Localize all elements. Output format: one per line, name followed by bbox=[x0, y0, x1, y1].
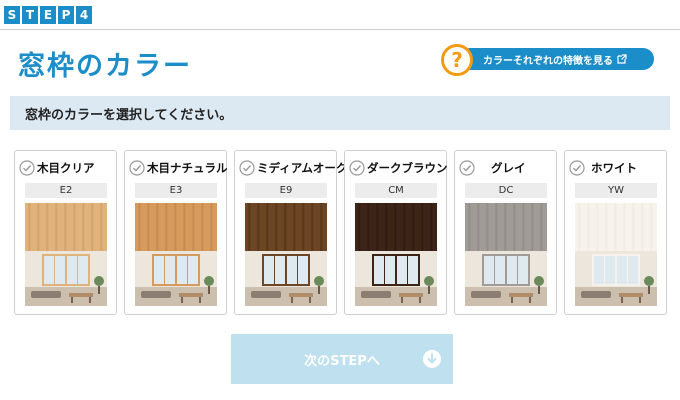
page-title: 窓枠のカラー bbox=[18, 51, 192, 82]
room-preview-image bbox=[575, 251, 657, 306]
step-letter: E bbox=[40, 6, 56, 24]
instruction-bar: 窓枠のカラーを選択してください。 bbox=[10, 96, 670, 130]
step-letter: T bbox=[22, 6, 38, 24]
color-code: E2 bbox=[25, 183, 107, 198]
card-header: 木目ナチュラル bbox=[129, 160, 229, 176]
color-name: ホワイト bbox=[591, 161, 637, 175]
color-options: 木目クリア E2 木目ナチュラル E3 ミディアムオーク E9 ダークブラウン … bbox=[14, 150, 667, 315]
color-card-dark-brown[interactable]: ダークブラウン CM bbox=[344, 150, 449, 315]
color-card-wood-natural[interactable]: 木目ナチュラル E3 bbox=[124, 150, 229, 315]
card-header: ミディアムオーク bbox=[239, 160, 347, 176]
room-preview-image bbox=[25, 251, 107, 306]
check-circle-icon[interactable] bbox=[239, 160, 255, 176]
color-features-label: カラーそれぞれの特徴を見る bbox=[483, 55, 613, 67]
card-header: グレイ bbox=[459, 160, 559, 176]
color-swatch bbox=[355, 203, 437, 251]
color-card-wood-clear[interactable]: 木目クリア E2 bbox=[14, 150, 117, 315]
color-swatch bbox=[575, 203, 657, 251]
color-code: YW bbox=[575, 183, 657, 198]
color-code: CM bbox=[355, 183, 437, 198]
room-preview-image bbox=[135, 251, 217, 306]
step-letter: S bbox=[4, 6, 20, 24]
color-name: 木目ナチュラル bbox=[147, 161, 228, 175]
color-features-button[interactable]: カラーそれぞれの特徴を見る bbox=[459, 48, 654, 70]
color-swatch bbox=[465, 203, 547, 251]
help-icon: ? bbox=[441, 44, 473, 76]
room-illustration bbox=[575, 251, 657, 306]
instruction-text: 窓枠のカラーを選択してください。 bbox=[25, 107, 233, 123]
color-name: 木目クリア bbox=[37, 161, 95, 175]
room-preview-image bbox=[245, 251, 327, 306]
step-header: S T E P 4 bbox=[0, 0, 680, 30]
external-link-icon bbox=[617, 54, 627, 64]
color-swatch bbox=[25, 203, 107, 251]
arrow-down-circle-icon bbox=[423, 350, 441, 368]
card-header: ホワイト bbox=[569, 160, 669, 176]
color-name: ダークブラウン bbox=[367, 161, 448, 175]
room-preview-image bbox=[465, 251, 547, 306]
room-illustration bbox=[355, 251, 437, 306]
color-swatch bbox=[135, 203, 217, 251]
room-illustration bbox=[465, 251, 547, 306]
color-name: ミディアムオーク bbox=[257, 161, 348, 175]
step-number: 4 bbox=[76, 6, 92, 24]
next-step-label: 次のSTEPへ bbox=[304, 353, 380, 369]
next-step-button[interactable]: 次のSTEPへ bbox=[231, 334, 453, 384]
room-illustration bbox=[245, 251, 327, 306]
card-header: 木目クリア bbox=[19, 160, 119, 176]
card-header: ダークブラウン bbox=[349, 160, 449, 176]
check-circle-icon[interactable] bbox=[569, 160, 585, 176]
color-features-link[interactable]: ? カラーそれぞれの特徴を見る bbox=[441, 44, 654, 76]
check-circle-icon[interactable] bbox=[129, 160, 145, 176]
check-circle-icon[interactable] bbox=[19, 160, 35, 176]
color-code: E3 bbox=[135, 183, 217, 198]
color-card-gray[interactable]: グレイ DC bbox=[454, 150, 557, 315]
step-letter: P bbox=[58, 6, 74, 24]
color-name: グレイ bbox=[491, 161, 526, 175]
color-code: DC bbox=[465, 183, 547, 198]
room-preview-image bbox=[355, 251, 437, 306]
room-illustration bbox=[25, 251, 107, 306]
check-circle-icon[interactable] bbox=[459, 160, 475, 176]
color-code: E9 bbox=[245, 183, 327, 198]
room-illustration bbox=[135, 251, 217, 306]
color-swatch bbox=[245, 203, 327, 251]
check-circle-icon[interactable] bbox=[349, 160, 365, 176]
step-badge: S T E P 4 bbox=[4, 6, 92, 24]
color-card-white[interactable]: ホワイト YW bbox=[564, 150, 667, 315]
color-card-medium-oak[interactable]: ミディアムオーク E9 bbox=[234, 150, 347, 315]
